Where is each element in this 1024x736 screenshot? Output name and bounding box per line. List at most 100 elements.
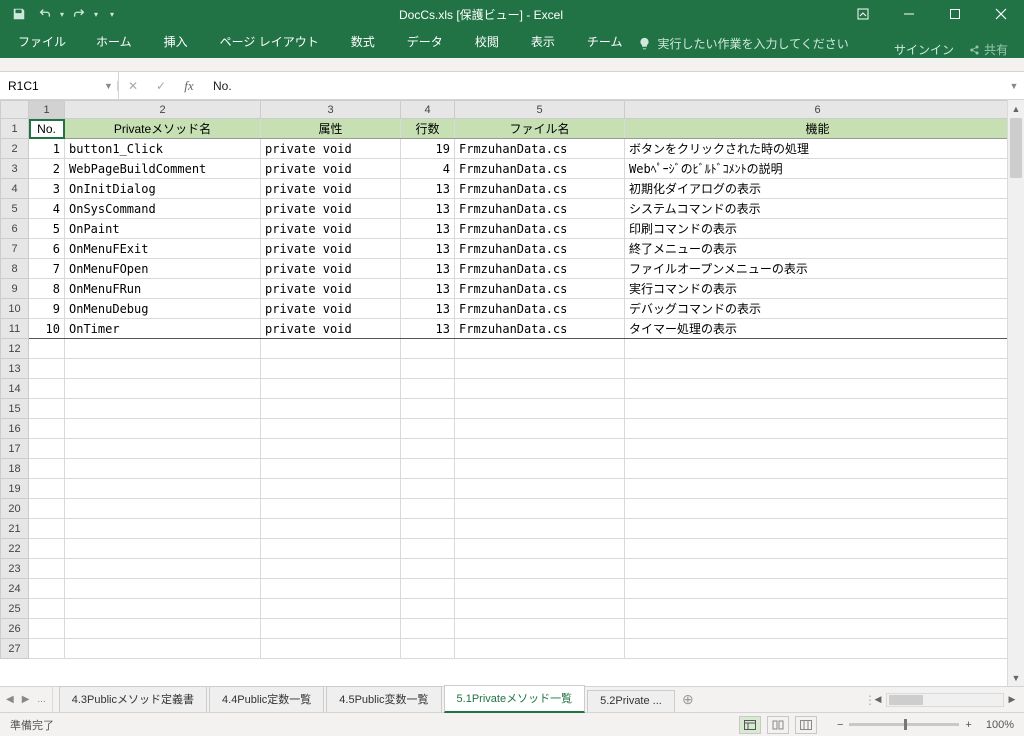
row-header[interactable]: 8 (1, 259, 29, 279)
cell[interactable] (261, 379, 401, 399)
row-header[interactable]: 16 (1, 419, 29, 439)
col-header[interactable]: 3 (261, 101, 401, 119)
cell[interactable] (261, 619, 401, 639)
cell[interactable] (29, 379, 65, 399)
insert-function-icon[interactable]: fx (175, 78, 203, 94)
cell[interactable] (401, 639, 455, 659)
cell[interactable]: FrmzuhanData.cs (455, 259, 625, 279)
save-icon[interactable] (8, 3, 30, 25)
cell[interactable] (65, 359, 261, 379)
cell[interactable] (401, 379, 455, 399)
cell[interactable] (625, 579, 1011, 599)
signin-link[interactable]: サインイン (894, 41, 954, 58)
cell[interactable]: 初期化ダイアログの表示 (625, 179, 1011, 199)
row-header[interactable]: 2 (1, 139, 29, 159)
cell[interactable] (455, 379, 625, 399)
cell[interactable]: 1 (29, 139, 65, 159)
cell[interactable] (625, 499, 1011, 519)
cell[interactable] (625, 339, 1011, 359)
row-header[interactable]: 20 (1, 499, 29, 519)
cell[interactable] (261, 459, 401, 479)
hscroll-left-icon[interactable]: ◀ (870, 694, 886, 705)
col-header[interactable]: 5 (455, 101, 625, 119)
cell[interactable]: FrmzuhanData.cs (455, 239, 625, 259)
redo-icon[interactable] (68, 3, 90, 25)
cell[interactable] (261, 499, 401, 519)
cell[interactable] (625, 599, 1011, 619)
row-header[interactable]: 19 (1, 479, 29, 499)
cell[interactable]: OnMenuFOpen (65, 259, 261, 279)
cell[interactable] (65, 499, 261, 519)
cell[interactable] (401, 519, 455, 539)
cell[interactable] (65, 559, 261, 579)
hscroll-right-icon[interactable]: ▶ (1004, 694, 1020, 705)
row-header[interactable]: 6 (1, 219, 29, 239)
cell[interactable] (29, 419, 65, 439)
cell[interactable] (65, 479, 261, 499)
horizontal-scrollbar[interactable]: ⋮ ◀ ▶ (864, 687, 1024, 712)
cell[interactable]: 19 (401, 139, 455, 159)
cell[interactable] (261, 399, 401, 419)
cell[interactable] (65, 459, 261, 479)
col-header[interactable]: 2 (65, 101, 261, 119)
cell[interactable] (401, 439, 455, 459)
close-button[interactable] (978, 0, 1024, 28)
cell[interactable] (401, 419, 455, 439)
cell[interactable] (261, 419, 401, 439)
cell[interactable] (65, 339, 261, 359)
cell[interactable] (29, 639, 65, 659)
row-header[interactable]: 25 (1, 599, 29, 619)
cell[interactable] (29, 519, 65, 539)
cell[interactable] (455, 519, 625, 539)
cell[interactable] (29, 479, 65, 499)
row-header[interactable]: 7 (1, 239, 29, 259)
add-sheet-button[interactable]: ⊕ (677, 687, 699, 712)
ribbon-tab-home[interactable]: ホーム (80, 27, 148, 58)
cell[interactable] (625, 379, 1011, 399)
cell[interactable]: 13 (401, 279, 455, 299)
cell[interactable]: 13 (401, 239, 455, 259)
col-header[interactable]: 4 (401, 101, 455, 119)
zoom-out-button[interactable]: − (837, 719, 843, 731)
cell[interactable] (65, 399, 261, 419)
view-pagebreak-icon[interactable] (795, 716, 817, 734)
row-header[interactable]: 21 (1, 519, 29, 539)
ribbon-tab-team[interactable]: チーム (571, 27, 639, 58)
cell[interactable] (29, 399, 65, 419)
cell[interactable]: private void (261, 279, 401, 299)
cell[interactable]: OnPaint (65, 219, 261, 239)
cell[interactable]: 13 (401, 299, 455, 319)
cell[interactable] (455, 479, 625, 499)
ribbon-options-icon[interactable] (840, 0, 886, 28)
cell[interactable]: private void (261, 319, 401, 339)
row-header[interactable]: 23 (1, 559, 29, 579)
cell[interactable] (625, 519, 1011, 539)
cell[interactable] (29, 559, 65, 579)
view-pagelayout-icon[interactable] (767, 716, 789, 734)
cell[interactable]: 6 (29, 239, 65, 259)
ribbon-tab-pagelayout[interactable]: ページ レイアウト (204, 27, 335, 58)
cell[interactable] (455, 599, 625, 619)
cell[interactable] (625, 439, 1011, 459)
cell[interactable] (29, 619, 65, 639)
cell[interactable]: private void (261, 259, 401, 279)
cell[interactable]: 終了メニューの表示 (625, 239, 1011, 259)
grid[interactable]: 1 2 3 4 5 6 1No.Privateメソッド名属性行数ファイル名機能2… (0, 100, 1024, 686)
cell[interactable]: FrmzuhanData.cs (455, 299, 625, 319)
cell[interactable]: FrmzuhanData.cs (455, 139, 625, 159)
cell[interactable] (455, 339, 625, 359)
cell[interactable]: ファイル名 (455, 119, 625, 139)
cell[interactable] (261, 539, 401, 559)
undo-dropdown-icon[interactable]: ▾ (60, 10, 64, 19)
row-header[interactable]: 17 (1, 439, 29, 459)
cell[interactable] (401, 619, 455, 639)
cell[interactable]: FrmzuhanData.cs (455, 219, 625, 239)
row-header[interactable]: 24 (1, 579, 29, 599)
cell[interactable] (625, 459, 1011, 479)
cell[interactable] (65, 519, 261, 539)
row-header[interactable]: 9 (1, 279, 29, 299)
col-header[interactable]: 1 (29, 101, 65, 119)
cancel-formula-icon[interactable]: ✕ (119, 79, 147, 93)
row-header[interactable]: 3 (1, 159, 29, 179)
cell[interactable] (29, 499, 65, 519)
